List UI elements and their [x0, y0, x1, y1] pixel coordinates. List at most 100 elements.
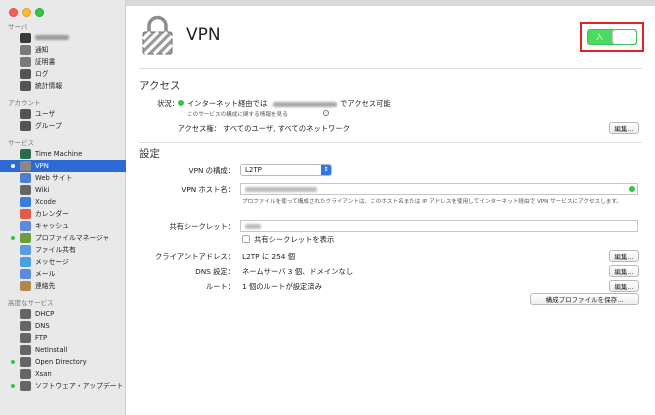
vpn-config-select[interactable]: L2TP ⇕ — [240, 164, 332, 176]
sidebar-item-label: グループ — [35, 122, 62, 130]
sidebar-item-label: VPN — [35, 162, 49, 170]
sidebar-item[interactable]: VPN — [0, 160, 126, 172]
status-indicator — [178, 100, 184, 106]
dhcp-icon — [20, 309, 31, 319]
calendar-icon — [20, 209, 31, 219]
chevron-updown-icon: ⇕ — [321, 165, 331, 175]
show-secret-checkbox[interactable] — [242, 235, 250, 243]
client-address-label: クライアントアドレス： — [155, 252, 235, 261]
redacted-server-name — [35, 35, 69, 40]
sidebar-item-label: NetInstall — [35, 346, 68, 354]
zoom-window-button[interactable] — [35, 8, 44, 17]
sidebar-item[interactable]: NetInstall — [0, 344, 126, 356]
dns-icon — [20, 321, 31, 331]
vpn-lock-icon — [20, 161, 31, 171]
routes-value: 1 個のルートが設定済み — [242, 282, 322, 291]
shared-secret-field[interactable] — [240, 220, 638, 232]
arrow-circle-icon[interactable]: › — [323, 110, 329, 116]
sidebar-item-label: カレンダー — [35, 210, 69, 218]
sidebar-item[interactable]: ファイル共有 — [0, 244, 126, 256]
server-app-window: サーバ通知証明書ログ統計情報アカウントユーザグループサービス Time Machi… — [0, 0, 655, 415]
sidebar-item[interactable]: プロファイルマネージャ — [0, 232, 126, 244]
sidebar-section-header: サービス — [8, 139, 34, 147]
close-window-button[interactable] — [9, 8, 18, 17]
netinstall-icon — [20, 345, 31, 355]
vpn-host-label: VPN ホスト名： — [181, 185, 235, 194]
sidebar-item-label: Xsan — [35, 370, 52, 378]
status-label: 状況： — [157, 99, 179, 108]
edit-client-address-button[interactable]: 編集... — [609, 250, 639, 262]
divider — [139, 68, 642, 69]
sidebar-item[interactable]: キャッシュ — [0, 220, 126, 232]
sidebar-item[interactable]: メッセージ — [0, 256, 126, 268]
user-icon — [20, 109, 31, 119]
redacted-address — [273, 102, 337, 107]
sidebar-item[interactable]: グループ — [0, 120, 126, 132]
sidebar-item-label: 証明書 — [35, 58, 56, 66]
sidebar-item[interactable]: ユーザ — [0, 108, 126, 120]
sidebar-item-label: Xcode — [35, 198, 57, 206]
sidebar-item[interactable]: ソフトウェア・アップデート — [0, 380, 126, 392]
wiki-icon — [20, 185, 31, 195]
sidebar-item[interactable]: Xsan — [0, 368, 126, 380]
sidebar-item[interactable]: Web サイト — [0, 172, 126, 184]
contacts-icon — [20, 281, 31, 291]
cache-icon — [20, 221, 31, 231]
globe-icon — [20, 173, 31, 183]
vpn-service-toggle[interactable]: 入 — [587, 29, 637, 45]
sidebar-item[interactable]: Time Machine — [0, 148, 126, 160]
sidebar-item[interactable]: カレンダー — [0, 208, 126, 220]
sidebar-item-label: ユーザ — [35, 110, 56, 118]
shared-secret-label: 共有シークレット： — [169, 222, 235, 231]
toggle-label: 入 — [596, 33, 603, 41]
sidebar-item[interactable]: DHCP — [0, 308, 126, 320]
dns-value: ネームサーバ 3 個、ドメインなし — [242, 267, 354, 276]
sidebar-item-label: Time Machine — [35, 150, 83, 158]
sidebar-item[interactable] — [0, 32, 126, 44]
sidebar-item[interactable]: ログ — [0, 68, 126, 80]
toggle-knob[interactable] — [612, 30, 636, 44]
vpn-host-field[interactable] — [240, 183, 638, 195]
redacted-hostname — [245, 187, 317, 192]
main-panel: VPN 入 アクセス 状況： インターネット経由では でアクセス可能 このサービ… — [127, 6, 655, 415]
sidebar-item[interactable]: Xcode — [0, 196, 126, 208]
sidebar-item[interactable]: 連絡先 — [0, 280, 126, 292]
running-indicator — [11, 236, 15, 240]
edit-routes-button[interactable]: 編集... — [609, 280, 639, 292]
sidebar-item-label: ログ — [35, 70, 49, 78]
client-address-value: L2TP に 254 個 — [242, 252, 296, 261]
certificate-icon — [20, 57, 31, 67]
minimize-window-button[interactable] — [22, 8, 31, 17]
sidebar-item[interactable]: 証明書 — [0, 56, 126, 68]
sidebar-item[interactable]: FTP — [0, 332, 126, 344]
server-icon — [20, 33, 31, 43]
stats-icon — [20, 81, 31, 91]
toggle-highlight-frame: 入 — [580, 22, 644, 52]
vpn-host-note: プロファイルを使って構成されたクライアントは、このホスト名または IP アドレス… — [242, 199, 623, 205]
sidebar-item[interactable]: Open Directory — [0, 356, 126, 368]
sidebar-item-label: 連絡先 — [35, 282, 56, 290]
sidebar-item-label: ソフトウェア・アップデート — [35, 382, 124, 390]
sidebar-item[interactable]: 統計情報 — [0, 80, 126, 92]
sidebar-item-label: プロファイルマネージャ — [35, 234, 110, 242]
page-title: VPN — [186, 25, 221, 45]
edit-access-button[interactable]: 編集... — [609, 122, 639, 134]
show-secret-label: 共有シークレットを表示 — [254, 235, 335, 244]
sidebar-item-label: メッセージ — [35, 258, 69, 266]
sidebar-item[interactable]: メール — [0, 268, 126, 280]
sidebar-section-header: アカウント — [8, 99, 41, 107]
sidebar-item[interactable]: Wiki — [0, 184, 126, 196]
sidebar-item[interactable]: DNS — [0, 320, 126, 332]
sidebar-item[interactable]: 通知 — [0, 44, 126, 56]
mail-icon — [20, 269, 31, 279]
save-configuration-profile-button[interactable]: 構成プロファイルを保存... — [530, 293, 639, 305]
dns-label: DNS 設定： — [195, 267, 235, 276]
host-status-indicator — [629, 186, 635, 192]
sidebar-item-label: FTP — [35, 334, 48, 342]
sidebar-section-header: サーバ — [8, 23, 28, 31]
sidebar-item-label — [35, 33, 69, 43]
settings-heading: 設定 — [139, 148, 160, 160]
edit-dns-button[interactable]: 編集... — [609, 265, 639, 277]
status-suffix: でアクセス可能 — [340, 99, 391, 108]
service-info-link[interactable]: このサービスの構成に関する情報を見る — [187, 110, 288, 118]
